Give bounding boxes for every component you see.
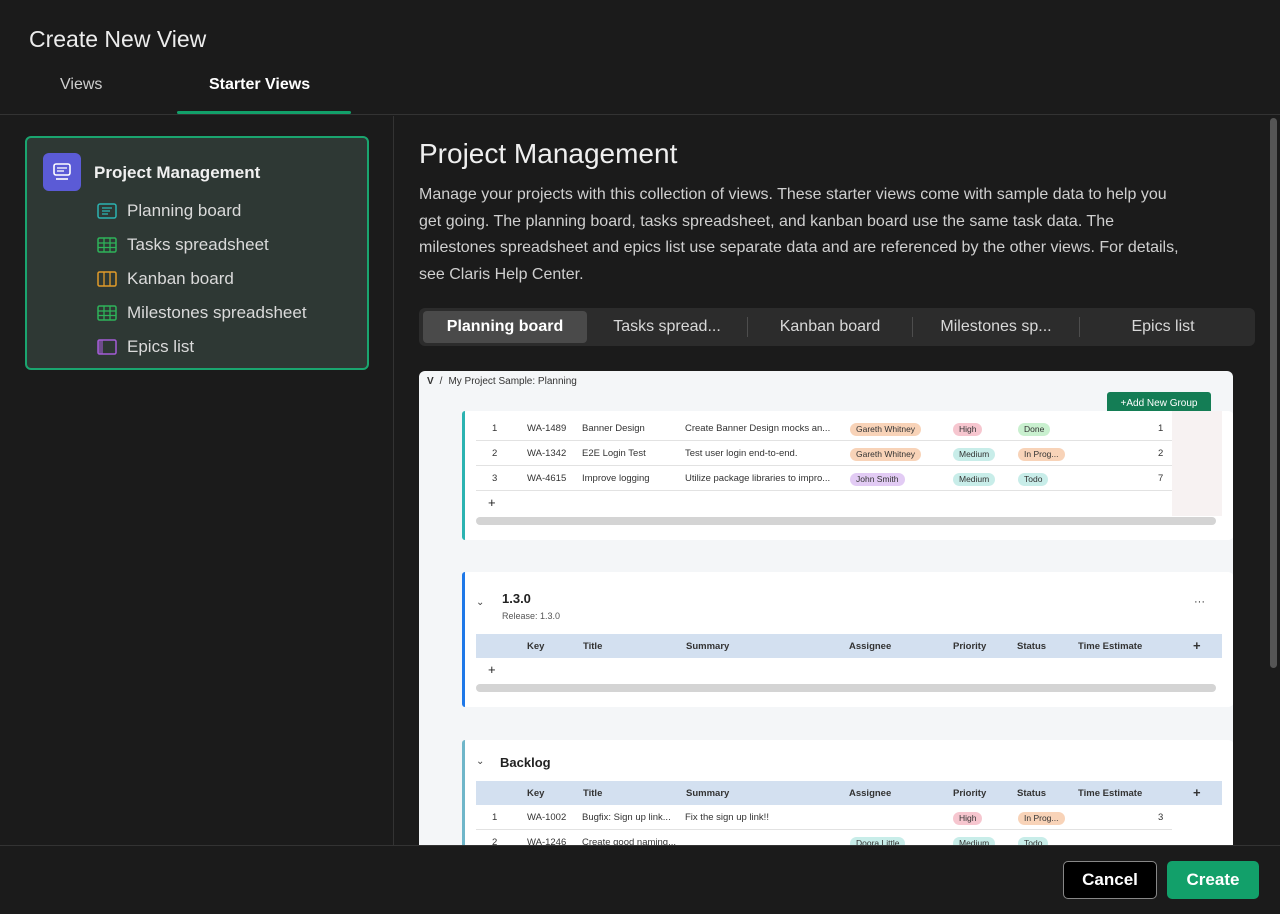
preview-group: ⌄ 1.3.0 Release: 1.3.0 ··· Key Title Sum… [462,572,1233,707]
list-icon [97,339,117,355]
group-title: 1.3.0 [502,591,531,606]
logo-icon: V [427,376,434,387]
list-item-label: Milestones spreadsheet [127,303,307,322]
spreadsheet-icon [97,305,117,321]
list-item-label: Planning board [127,201,242,220]
group-color-bar [462,411,465,540]
chevron-down-icon: ⌄ [476,597,485,608]
add-row-icon: + [488,662,496,677]
table-header: Key Title Summary Assignee Priority Stat… [476,781,1222,805]
project-management-card[interactable]: Project Management Planning board Tasks … [25,136,369,370]
create-button[interactable]: Create [1167,861,1259,899]
group-title: Backlog [500,755,551,770]
preview-image: V / My Project Sample: Planning +Add New… [419,371,1233,845]
table-row: 2 WA-1342 E2E Login Test Test user login… [476,441,1172,466]
detail-description: Manage your projects with this collectio… [419,186,1179,283]
side-column [1172,411,1222,516]
tab-views[interactable]: Views [60,76,102,94]
table-row: 1 WA-1489 Banner Design Create Banner De… [476,416,1172,441]
group-subtitle: Release: 1.3.0 [502,611,561,621]
detail-scrollbar[interactable] [1268,116,1280,845]
detail-panel: Project Management Manage your projects … [395,116,1280,845]
list-item-label: Epics list [127,337,195,356]
detail-title: Project Management [419,138,678,169]
group-color-bar [462,740,465,845]
preview-group: 1 WA-1489 Banner Design Create Banner De… [462,411,1233,540]
monitor-icon [43,153,81,191]
list-item-label: Kanban board [127,269,234,288]
list-item-tasks-spreadsheet: Tasks spreadsheet [97,228,307,262]
segment-planning-board[interactable]: Planning board [423,311,587,343]
table-header: Key Title Summary Assignee Priority Stat… [476,634,1222,658]
spreadsheet-icon [97,237,117,253]
planning-board-icon [97,203,117,219]
dialog-footer: Cancel Create [0,845,1280,914]
list-item-kanban-board: Kanban board [97,262,307,296]
segment-epics-list[interactable]: Epics list [1080,311,1246,343]
dialog-header: Create New View Views Starter Views [0,0,1280,115]
list-item-planning-board: Planning board [97,194,307,228]
tab-starter-views[interactable]: Starter Views [209,76,310,94]
list-item-milestones-spreadsheet: Milestones spreadsheet [97,296,307,330]
preview-group: ⌄ Backlog Key Title Summary Assignee Pri… [462,740,1233,845]
view-list: Planning board Tasks spreadsheet Kanban … [97,194,307,364]
active-tab-indicator [177,111,351,114]
card-title: Project Management [94,163,261,182]
add-row-icon: + [488,495,496,510]
more-icon: ··· [1194,596,1205,608]
breadcrumb-separator: / [439,376,443,387]
scrollbar-thumb[interactable] [1270,118,1277,668]
list-item-label: Tasks spreadsheet [127,235,269,254]
segment-milestones-spreadsheet[interactable]: Milestones sp... [913,311,1079,343]
table-row: 1 WA-1002 Bugfix: Sign up link... Fix th… [476,805,1172,830]
starter-list-panel: Project Management Planning board Tasks … [0,116,394,845]
kanban-icon [97,271,117,287]
table-row: 3 WA-4615 Improve logging Utilize packag… [476,466,1172,491]
group-color-bar [462,572,465,707]
chevron-down-icon: ⌄ [476,756,485,767]
segment-kanban-board[interactable]: Kanban board [748,311,912,343]
preview-hscroll [476,517,1216,525]
table-row: 2 WA-1246 Create good naming... Doora Li… [476,830,1172,845]
dialog-title: Create New View [29,26,207,52]
view-segmented-control: Planning board Tasks spread... Kanban bo… [419,308,1255,346]
preview-breadcrumb: V / My Project Sample: Planning [427,376,577,387]
preview-hscroll [476,684,1216,692]
breadcrumb-text: My Project Sample: Planning [448,376,577,387]
list-item-epics-list: Epics list [97,330,307,364]
segment-tasks-spreadsheet[interactable]: Tasks spread... [587,311,747,343]
cancel-button[interactable]: Cancel [1063,861,1157,899]
